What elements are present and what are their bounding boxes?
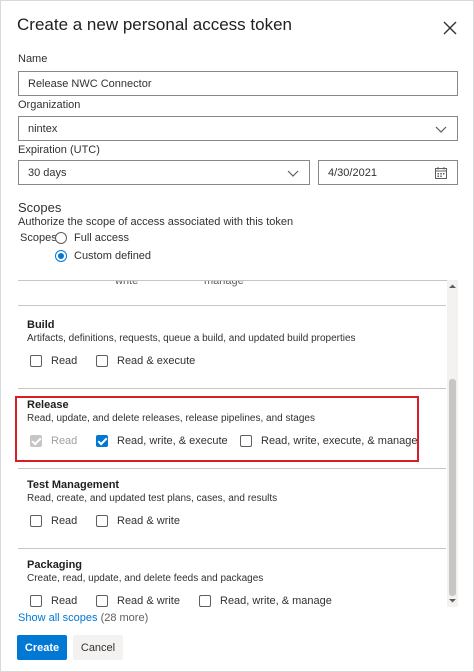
scope-list-scrollbar[interactable] — [447, 280, 458, 607]
packaging-read-checkbox[interactable]: Read — [30, 595, 77, 607]
cancel-button[interactable]: Cancel — [73, 635, 123, 660]
checkbox-box — [30, 595, 42, 607]
close-icon[interactable] — [439, 17, 461, 39]
checkbox-label: Read & execute — [117, 355, 196, 367]
test-read-write-checkbox[interactable]: Read & write — [96, 515, 180, 527]
dialog-title: Create a new personal access token — [17, 15, 292, 34]
radio-full-access-label: Full access — [74, 232, 130, 244]
expiration-date-picker[interactable]: 4/30/2021 — [318, 160, 458, 185]
scroll-up-icon — [449, 284, 456, 288]
build-title: Build — [27, 319, 55, 331]
radio-circle — [55, 232, 67, 244]
packaging-title: Packaging — [27, 559, 83, 571]
divider — [18, 388, 446, 389]
release-highlight-box — [15, 396, 419, 462]
checkbox-label: Read — [51, 355, 78, 367]
build-description: Artifacts, definitions, requests, queue … — [27, 333, 356, 344]
cut-off-option-label: manage — [204, 280, 244, 287]
checkbox-label: Read & write — [117, 595, 180, 607]
create-token-dialog: Create a new personal access token Name … — [0, 0, 474, 672]
expiration-preset-value: 30 days — [28, 166, 67, 179]
radio-full-access[interactable]: Full access — [55, 232, 129, 244]
checkbox-box — [96, 355, 108, 367]
divider — [18, 305, 446, 306]
checkbox-box — [96, 515, 108, 527]
cut-off-option-label: write — [115, 280, 139, 287]
build-read-checkbox[interactable]: Read — [30, 355, 77, 367]
radio-custom-defined[interactable]: Custom defined — [55, 250, 151, 262]
divider — [18, 468, 446, 469]
checkbox-label: Read — [51, 595, 78, 607]
organization-value: nintex — [28, 122, 58, 135]
show-all-scopes-text: Show all scopes — [18, 612, 98, 624]
checkbox-box — [199, 595, 211, 607]
name-value: Release NWC Connector — [28, 77, 152, 90]
scroll-down-icon — [449, 599, 456, 603]
create-button[interactable]: Create — [17, 635, 67, 660]
test-management-description: Read, create, and updated test plans, ca… — [27, 493, 278, 504]
expiration-date-value: 4/30/2021 — [328, 166, 377, 179]
checkbox-box — [30, 515, 42, 527]
checkbox-label: Read & write — [117, 515, 180, 527]
name-input[interactable]: Release NWC Connector — [18, 71, 458, 96]
chevron-down-icon — [286, 166, 300, 180]
more-count: (28 more) — [100, 612, 149, 624]
expiration-label: Expiration (UTC) — [18, 144, 100, 156]
checkbox-label: Read — [51, 515, 78, 527]
scopes-title: Scopes — [18, 200, 62, 215]
checkbox-box — [96, 595, 108, 607]
calendar-icon[interactable] — [434, 166, 448, 180]
test-management-title: Test Management — [27, 479, 120, 491]
radio-custom-defined-label: Custom defined — [74, 250, 152, 262]
expiration-preset-select[interactable]: 30 days — [18, 160, 310, 185]
checkbox-box — [30, 355, 42, 367]
packaging-read-write-manage-checkbox[interactable]: Read, write, & manage — [199, 595, 332, 607]
show-all-scopes-link[interactable]: Show all scopes (28 more) — [18, 612, 148, 624]
divider — [18, 548, 446, 549]
scopes-label: Scopes — [20, 232, 57, 244]
scrollbar-thumb[interactable] — [449, 379, 456, 596]
name-label: Name — [18, 53, 48, 65]
organization-label: Organization — [18, 99, 81, 111]
chevron-down-icon — [434, 122, 448, 136]
packaging-read-write-checkbox[interactable]: Read & write — [96, 595, 180, 607]
scopes-subtitle: Authorize the scope of access associated… — [18, 216, 294, 228]
packaging-description: Create, read, update, and delete feeds a… — [27, 573, 264, 584]
build-read-execute-checkbox[interactable]: Read & execute — [96, 355, 195, 367]
organization-select[interactable]: nintex — [18, 116, 458, 141]
checkbox-label: Read, write, & manage — [220, 595, 332, 607]
test-read-checkbox[interactable]: Read — [30, 515, 77, 527]
radio-circle — [55, 250, 67, 262]
